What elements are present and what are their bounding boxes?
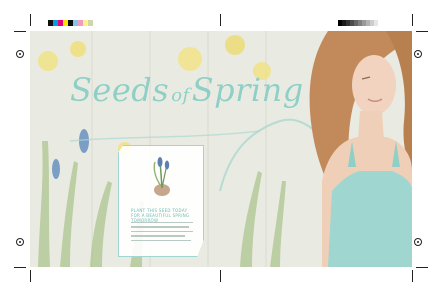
card-heading: PLANT THIS SEED TODAY FOR A BEAUTIFUL SP… [131, 208, 190, 223]
grayscale-control-bar [338, 20, 378, 26]
gray-swatch [374, 20, 378, 26]
woman-portrait [309, 31, 412, 267]
crop-mark-top-right-horizontal [416, 31, 428, 32]
print-proof-sheet: Seeds ofSpring PLANT THIS SEED TODAY FOR … [0, 0, 430, 283]
seed-packet-card: PLANT THIS SEED TODAY FOR A BEAUTIFUL SP… [118, 145, 204, 257]
bulb-sprout-illustration [153, 157, 170, 196]
registration-mark-bottom-right [414, 238, 422, 246]
crop-mark-top-right-vertical [412, 14, 413, 26]
card-text-line [131, 239, 191, 241]
crop-mark-bottom-left-vertical [30, 270, 31, 282]
card-text-line [131, 226, 189, 228]
crop-mark-bottom-right-vertical [412, 270, 413, 282]
registration-mark-top-left [16, 50, 24, 58]
card-text-line [131, 230, 193, 233]
registration-mark-top-right [414, 50, 422, 58]
crop-mark-top-left-vertical [30, 14, 31, 26]
fold-mark-bottom [220, 270, 221, 282]
fold-mark-top [220, 14, 221, 26]
title-word-spring: Spring [191, 71, 304, 109]
registration-mark-bottom-left [16, 238, 24, 246]
color-control-bar [48, 20, 93, 26]
poster-artwork: Seeds ofSpring [30, 31, 412, 267]
card-body-text [131, 222, 193, 244]
card-text-line [131, 235, 185, 237]
crop-mark-top-left-horizontal [14, 31, 26, 32]
poster-title: Seeds ofSpring [70, 71, 304, 109]
title-word-of: of [171, 85, 190, 106]
color-swatch [88, 20, 93, 26]
title-word-seeds: Seeds [70, 71, 170, 109]
crop-mark-bottom-left-horizontal [14, 267, 26, 268]
card-text-line [131, 222, 193, 224]
crop-mark-bottom-right-horizontal [416, 267, 428, 268]
